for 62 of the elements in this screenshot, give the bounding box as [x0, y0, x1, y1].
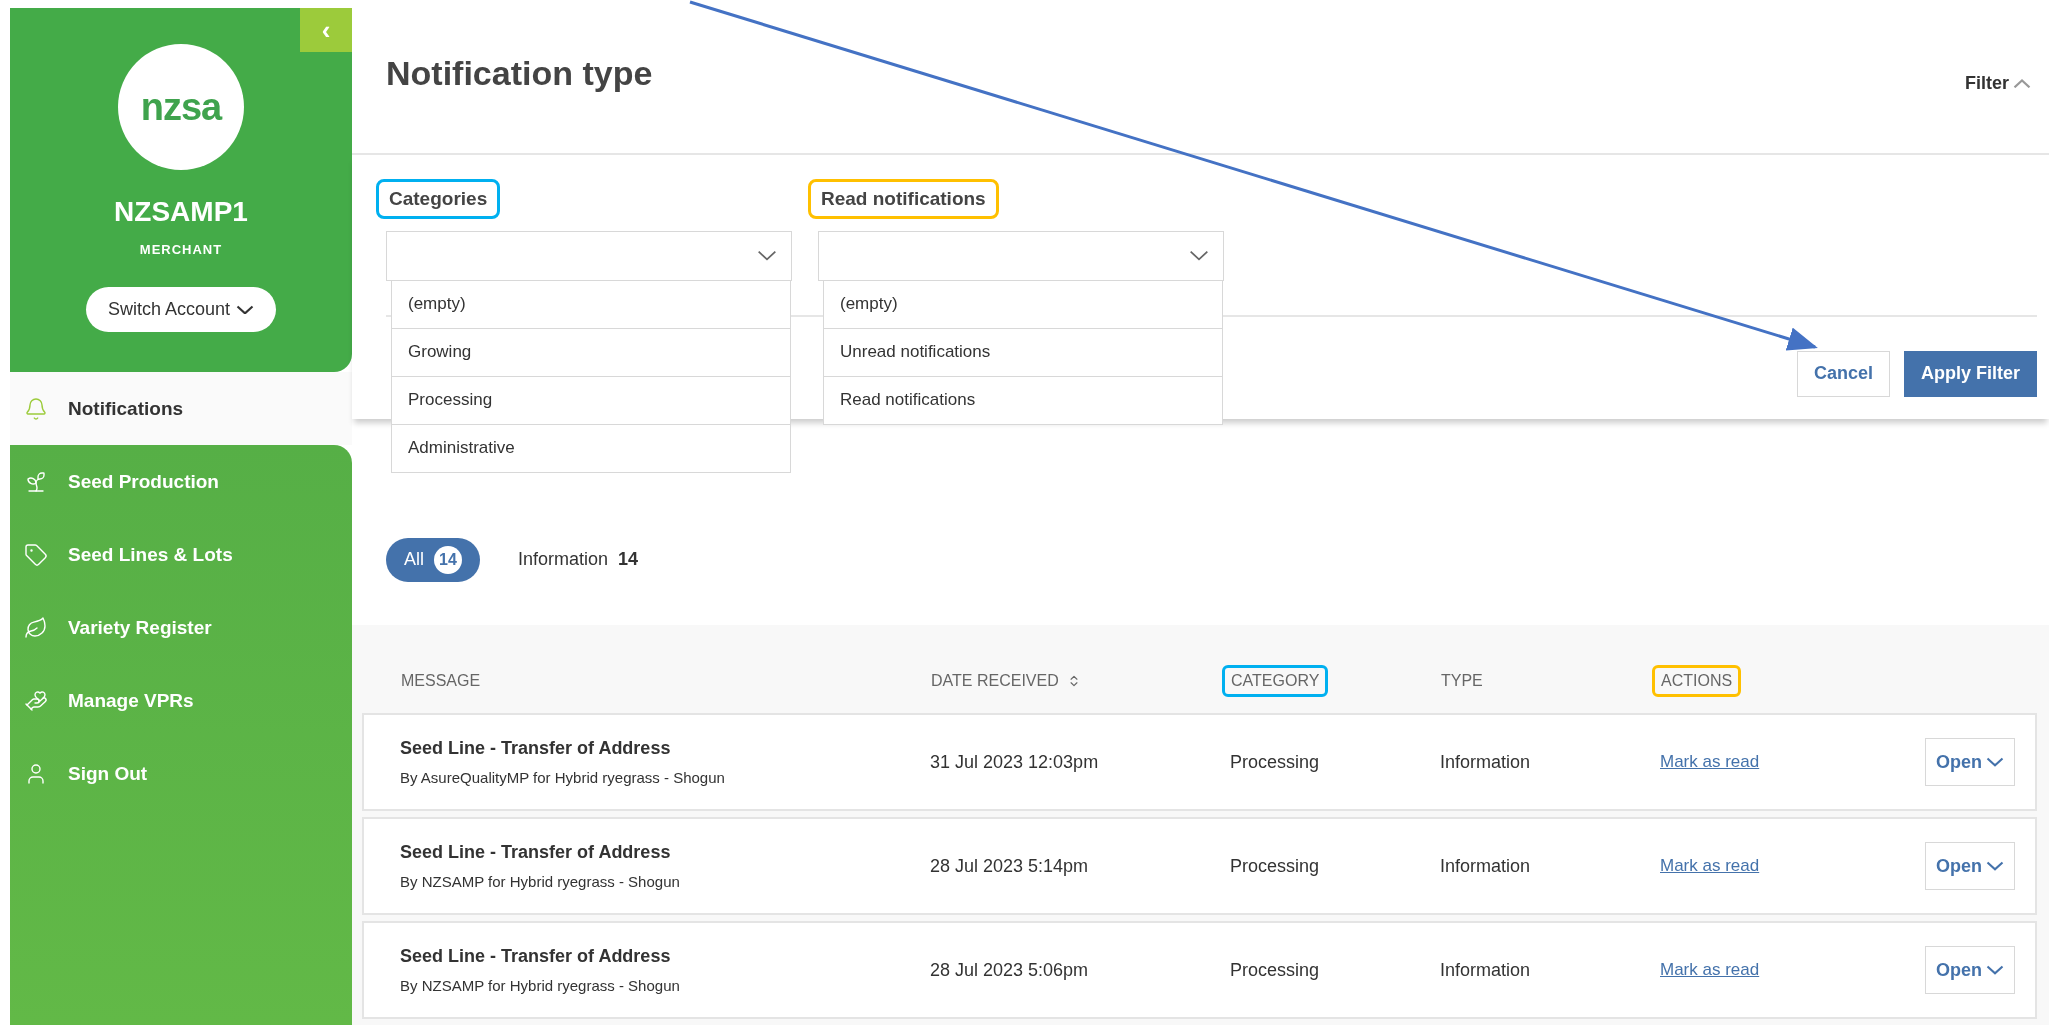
filter-pill[interactable]: All 14 — [386, 537, 480, 582]
open-button[interactable]: Open — [1925, 842, 2015, 890]
column-header: CATEGORY — [1222, 665, 1329, 697]
hand-heart-icon — [24, 688, 48, 713]
chevron-down-icon — [1986, 861, 2004, 871]
filter-pill[interactable]: Information 14 — [500, 537, 657, 582]
dropdown-option[interactable]: Unread notifications — [824, 327, 1222, 376]
dropdown-option[interactable]: Growing — [392, 327, 790, 376]
bell-icon — [24, 396, 48, 421]
sidebar-item[interactable]: Seed Lines & Lots — [10, 518, 352, 591]
date-cell-text: 28 Jul 2023 5:06pm — [930, 959, 1090, 981]
message-subtitle: By AsureQualityMP for Hybrid ryegrass - Shogun — [400, 769, 726, 786]
dropdown-option[interactable]: (empty) — [824, 279, 1222, 328]
cancel-button[interactable]: Cancel — [1796, 350, 1890, 397]
date-cell-text: 28 Jul 2023 5:14pm — [930, 855, 1090, 877]
chevron-down-icon — [1986, 965, 2004, 975]
category-cell-text: Processing — [1230, 751, 1321, 773]
dropdown-option[interactable]: Administrative — [392, 423, 790, 472]
dropdown-option[interactable]: Processing — [392, 375, 790, 424]
mark-as-read-link[interactable]: Mark as read — [1660, 960, 1760, 980]
chevron-down-icon — [236, 304, 255, 315]
open-button[interactable]: Open — [1925, 738, 2015, 786]
mark-as-read-link[interactable]: Mark as read — [1660, 752, 1760, 772]
column-header: TYPE — [1440, 671, 1484, 691]
message-subtitle: By NZSAMP for Hybrid ryegrass - Shogun — [400, 873, 681, 890]
chevron-down-icon — [757, 250, 777, 262]
column-header[interactable]: DATE RECEIVED — [922, 665, 1090, 697]
message-subtitle: By NZSAMP for Hybrid ryegrass - Shogun — [400, 977, 681, 994]
apply-button[interactable]: Apply Filter — [1904, 350, 2037, 397]
chevron-up-icon — [2013, 78, 2031, 89]
sidebar-item[interactable]: Manage VPRs — [10, 664, 352, 737]
type-cell-text: Information — [1440, 751, 1532, 773]
sidebar-item[interactable]: Variety Register — [10, 591, 352, 664]
column-header: ACTIONS — [1652, 665, 1742, 697]
open-button[interactable]: Open — [1925, 946, 2015, 994]
message-title: Seed Line - Transfer of Address — [400, 946, 672, 967]
message-title: Seed Line - Transfer of Address — [400, 842, 672, 863]
account-name: NZSAMP1 — [114, 196, 248, 228]
dropdown-option[interactable]: Read notifications — [824, 375, 1222, 424]
category-cell-text: Processing — [1230, 959, 1321, 981]
date-cell-text: 31 Jul 2023 12:03pm — [930, 751, 1100, 773]
sidebar-item[interactable]: Notifications — [10, 372, 352, 445]
column-header: MESSAGE — [400, 671, 482, 691]
leaf-icon — [24, 615, 48, 640]
mark-as-read-link[interactable]: Mark as read — [1660, 856, 1760, 876]
message-title: Seed Line - Transfer of Address — [400, 738, 672, 759]
page-title: Notification type — [386, 53, 653, 94]
account-role: MERCHANT — [139, 242, 223, 257]
chevron-down-icon — [1189, 250, 1209, 262]
filter-label: Read notifications — [808, 178, 999, 219]
filter-toggle[interactable]: Filter — [1959, 72, 2037, 95]
filter-label: Categories — [376, 178, 501, 219]
type-cell-text: Information — [1440, 959, 1532, 981]
dropdown-option[interactable]: (empty) — [392, 279, 790, 328]
chevron-down-icon — [1986, 757, 2004, 767]
sidebar-item[interactable]: Seed Production — [10, 445, 352, 518]
tag-icon — [24, 542, 48, 567]
switch-account-button[interactable]: Switch Account — [85, 287, 277, 332]
sprout-icon — [24, 469, 48, 494]
category-cell-text: Processing — [1230, 855, 1321, 877]
type-cell-text: Information — [1440, 855, 1532, 877]
logo-text: nzsa — [140, 85, 222, 129]
